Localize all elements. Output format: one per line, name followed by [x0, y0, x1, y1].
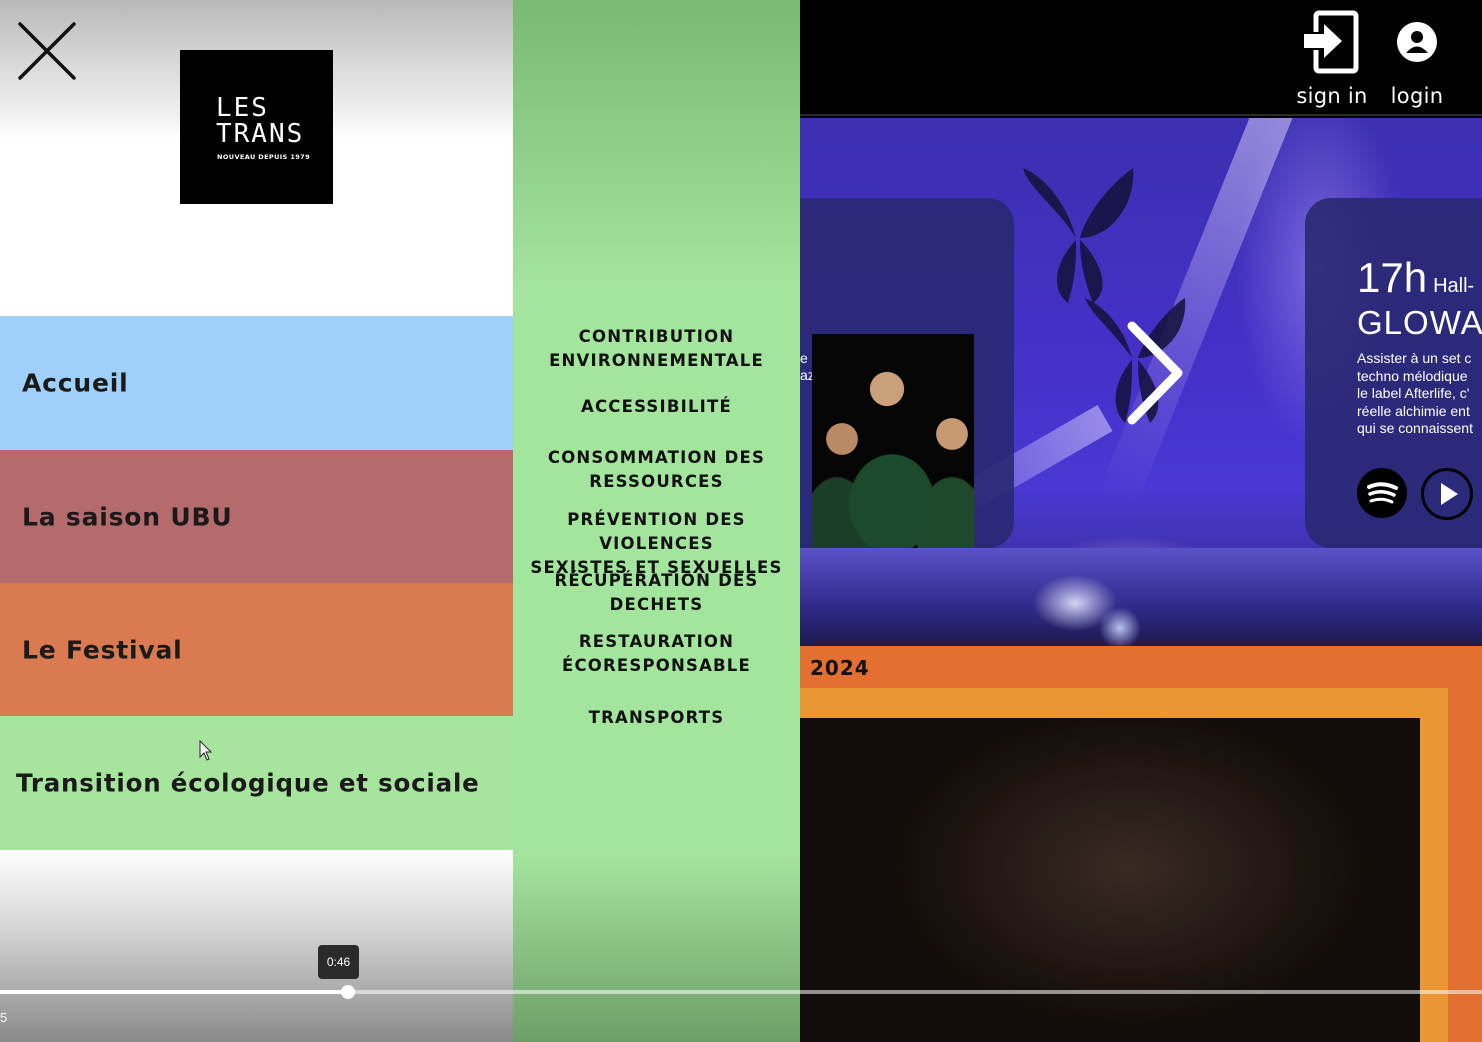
- time-tooltip: 0:46: [318, 945, 359, 979]
- play-icon[interactable]: [1421, 468, 1473, 520]
- main-menu-panel: LES TRANS NOUVEAU DEPUIS 1979 Accueil La…: [0, 0, 513, 1042]
- login-button[interactable]: login: [1384, 10, 1450, 108]
- submenu-item-transports[interactable]: TRANSPORTS: [513, 706, 800, 730]
- submenu-item-consommation[interactable]: CONSOMMATION DES RESSOURCES: [513, 446, 800, 494]
- background-site: sign in login e pour azz,: [800, 0, 1482, 1042]
- menu-header: LES TRANS NOUVEAU DEPUIS 1979: [0, 0, 513, 316]
- les-trans-logo[interactable]: LES TRANS NOUVEAU DEPUIS 1979: [180, 50, 333, 204]
- elapsed-time: 5: [0, 1010, 8, 1025]
- menu-item-festival[interactable]: Le Festival: [0, 583, 513, 717]
- menu-item-label: Le Festival: [22, 635, 183, 665]
- event-card-left[interactable]: e pour azz,: [800, 198, 1014, 572]
- sign-in-button[interactable]: sign in: [1290, 10, 1374, 108]
- submenu-item-accessibilite[interactable]: ACCESSIBILITÉ: [513, 395, 800, 419]
- user-icon: [1397, 22, 1437, 62]
- timeline-played: [0, 990, 349, 994]
- submenu-item-recuperation[interactable]: RÉCUPÉRATION DES DECHETS: [513, 569, 800, 617]
- menu-item-label: La saison UBU: [22, 502, 233, 532]
- event-time: 17h Hall-: [1357, 254, 1475, 301]
- site-header: sign in login: [800, 0, 1482, 116]
- close-icon[interactable]: [16, 20, 78, 82]
- festival-year: 2024: [810, 656, 870, 680]
- submenu-item-restauration[interactable]: RESTAURATION ÉCORESPONSABLE: [513, 630, 800, 678]
- menu-item-accueil[interactable]: Accueil: [0, 316, 513, 450]
- event-title: GLOWAI: [1357, 304, 1482, 341]
- spotify-icon[interactable]: [1357, 468, 1407, 518]
- concert-stage-photo: [800, 548, 1482, 646]
- video-timeline[interactable]: [0, 985, 1482, 999]
- event-card-right[interactable]: 17h Hall- GLOWAI Assister à un set c tech…: [1305, 198, 1482, 548]
- butterfly-silhouette: [1023, 168, 1134, 303]
- sign-in-icon: [1304, 10, 1359, 74]
- login-label: login: [1390, 84, 1444, 108]
- festival-section: 2024: [800, 646, 1482, 1042]
- event-description: Assister à un set c techno mélodique le …: [1357, 350, 1473, 436]
- menu-item-transition[interactable]: Transition écologique et sociale: [0, 716, 513, 850]
- menu-item-label: Transition écologique et sociale: [16, 768, 480, 798]
- menu-item-label: Accueil: [22, 368, 129, 398]
- event-venue: Hall-: [1433, 275, 1475, 297]
- menu-item-saison-ubu[interactable]: La saison UBU: [0, 450, 513, 584]
- menu-footer: [0, 850, 513, 1042]
- mouse-cursor-icon: [199, 740, 213, 761]
- band-photo: [812, 334, 974, 572]
- chevron-right-icon[interactable]: [1120, 318, 1190, 428]
- sign-in-label: sign in: [1296, 84, 1368, 108]
- transition-submenu: CONTRIBUTION ENVIRONNEMENTALE ACCESSIBILI…: [513, 0, 800, 1042]
- hero-carousel: e pour azz, 17hHall- GLOWAI Assister à u…: [800, 118, 1482, 646]
- submenu-item-contribution[interactable]: CONTRIBUTION ENVIRONNEMENTALE: [513, 325, 800, 373]
